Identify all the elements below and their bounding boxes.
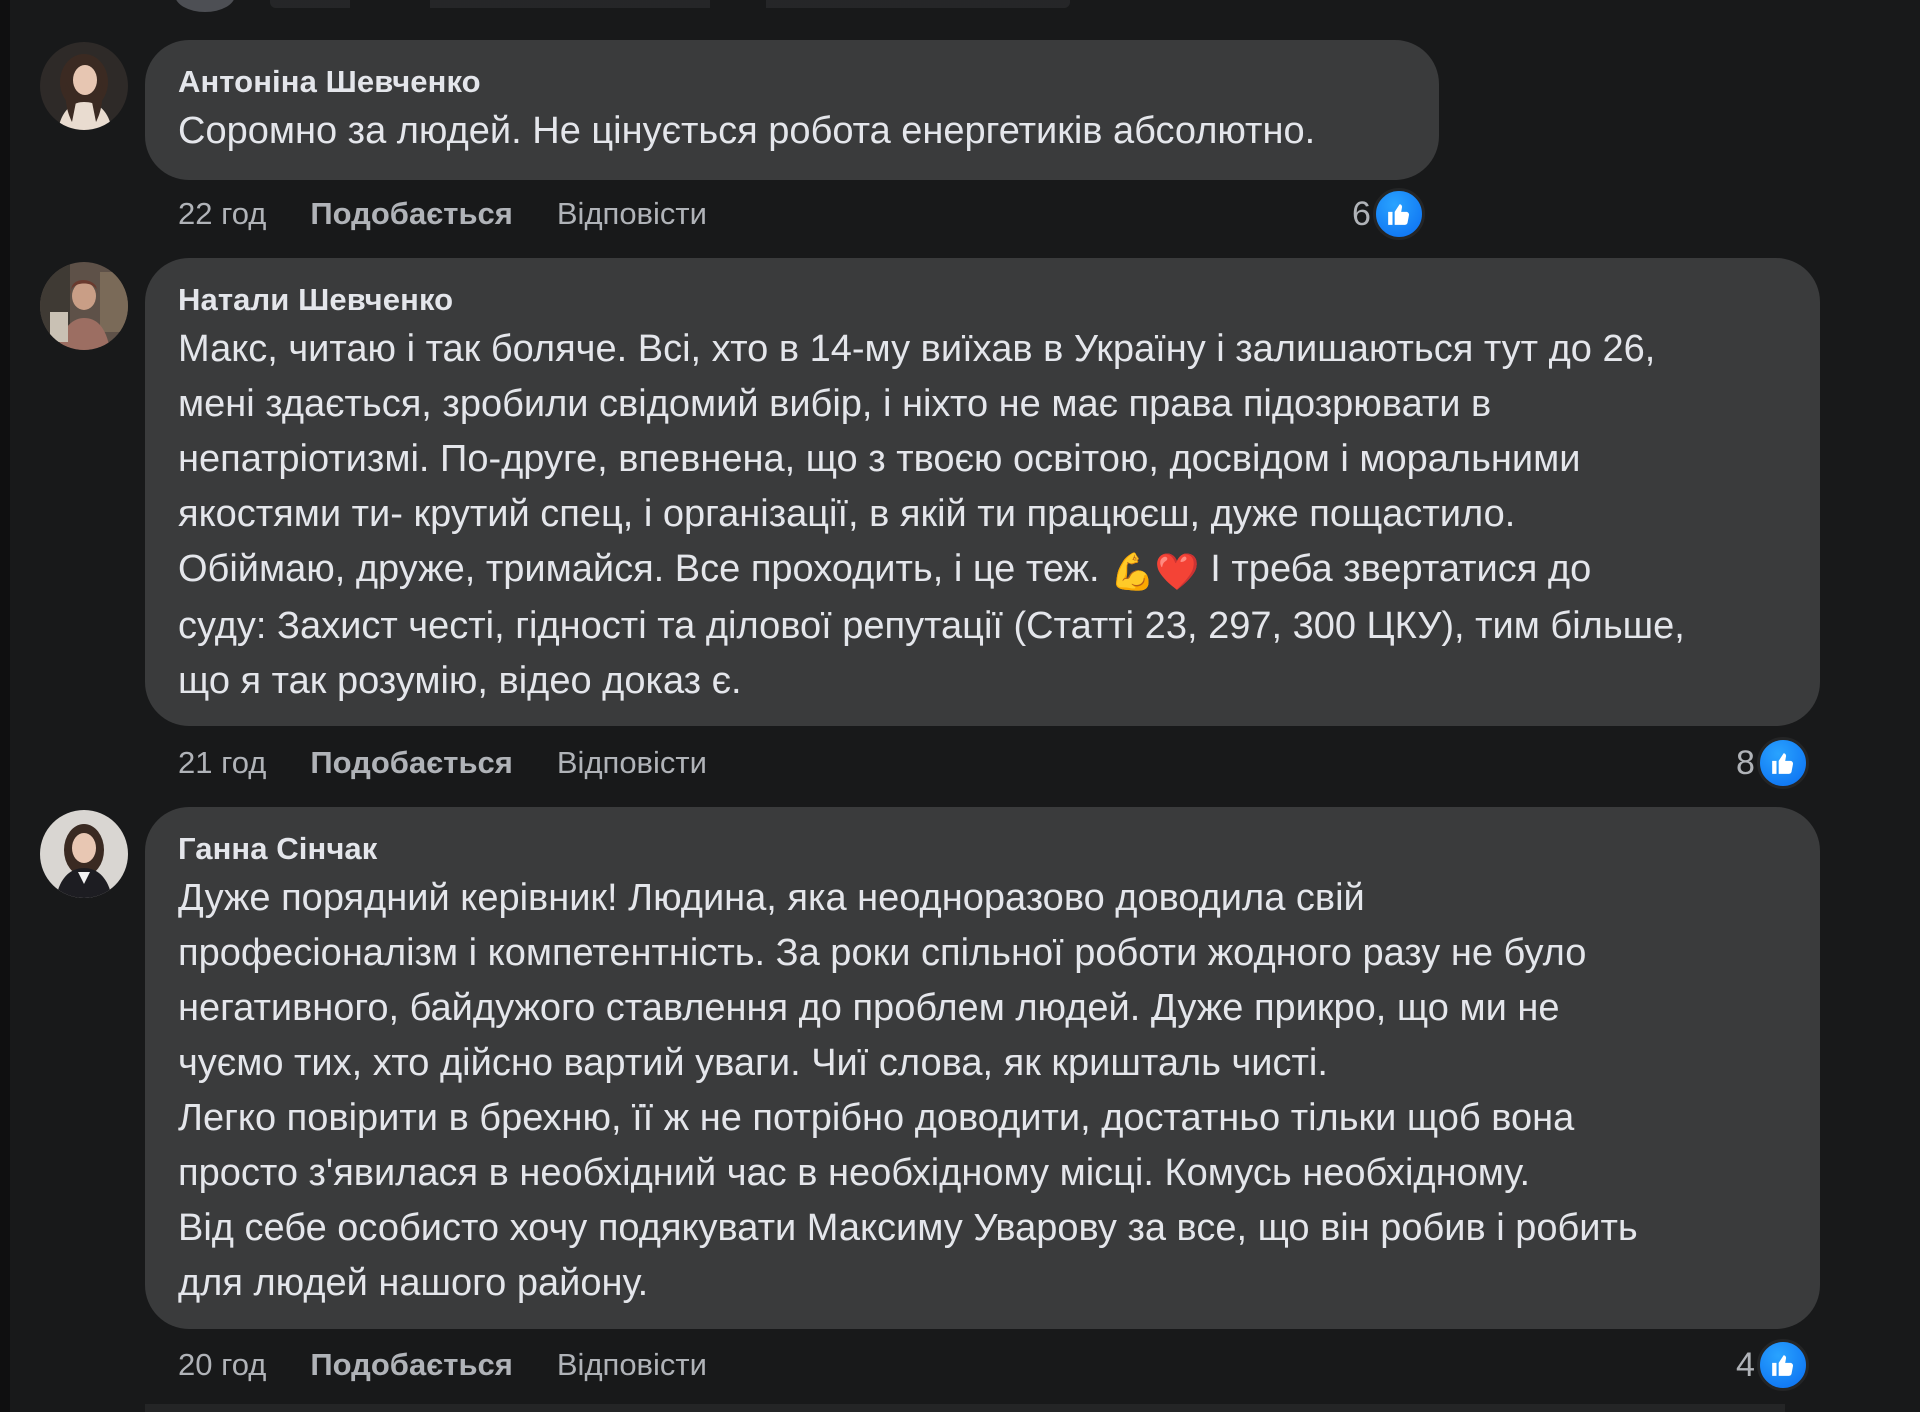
like-button[interactable]: Подобається — [310, 745, 513, 781]
window-edge — [0, 0, 10, 1412]
like-button[interactable]: Подобається — [310, 1347, 513, 1383]
thumbs-up-icon — [1756, 1339, 1809, 1391]
reply-button[interactable]: Відповісти — [557, 196, 707, 232]
reaction-count: 4 — [1736, 1345, 1755, 1384]
avatar[interactable] — [40, 262, 128, 350]
comment-actions: 20 год Подобається Відповісти — [178, 1345, 707, 1385]
reply-button[interactable]: Відповісти — [557, 1347, 707, 1383]
flexed-biceps-heart-emoji: 💪❤️ — [1110, 551, 1200, 592]
comment-text: Макс, читаю і так боляче. Всі, хто в 14-… — [178, 322, 1788, 709]
reaction-count: 6 — [1352, 194, 1371, 233]
reaction-summary[interactable]: 8 — [1736, 737, 1809, 789]
reply-button[interactable]: Відповісти — [557, 745, 707, 781]
comment-text: Соромно за людей. Не цінується робота ен… — [178, 110, 1316, 152]
like-button[interactable]: Подобається — [310, 196, 513, 232]
comment-actions: 21 год Подобається Відповісти — [178, 743, 707, 783]
thumbs-up-icon — [1756, 737, 1809, 789]
clipped-comment-text — [270, 0, 1070, 8]
timestamp[interactable]: 22 год — [178, 196, 266, 232]
author-name[interactable]: Натали Шевченко — [178, 282, 1788, 318]
avatar[interactable] — [40, 42, 128, 130]
author-name[interactable]: Антоніна Шевченко — [178, 64, 1407, 100]
reaction-summary[interactable]: 6 — [1352, 188, 1425, 240]
comment-text: Дуже порядний керівник! Людина, яка неод… — [178, 877, 1638, 1304]
avatar[interactable] — [175, 0, 235, 12]
reaction-summary[interactable]: 4 — [1736, 1339, 1809, 1391]
comment-bubble: Натали Шевченко Макс, читаю і так боляче… — [145, 258, 1820, 726]
timestamp[interactable]: 20 год — [178, 1347, 266, 1383]
thumbs-up-icon — [1372, 188, 1425, 240]
avatar[interactable] — [40, 810, 128, 898]
timestamp[interactable]: 21 год — [178, 745, 266, 781]
comment-bubble: Ганна Сінчак Дуже порядний керівник! Люд… — [145, 807, 1820, 1329]
reaction-count: 8 — [1736, 743, 1755, 782]
comment-bubble: Антоніна Шевченко Соромно за людей. Не ц… — [145, 40, 1439, 180]
next-comment-edge — [145, 1404, 1785, 1412]
author-name[interactable]: Ганна Сінчак — [178, 831, 1788, 867]
comment-actions: 22 год Подобається Відповісти — [178, 194, 707, 234]
